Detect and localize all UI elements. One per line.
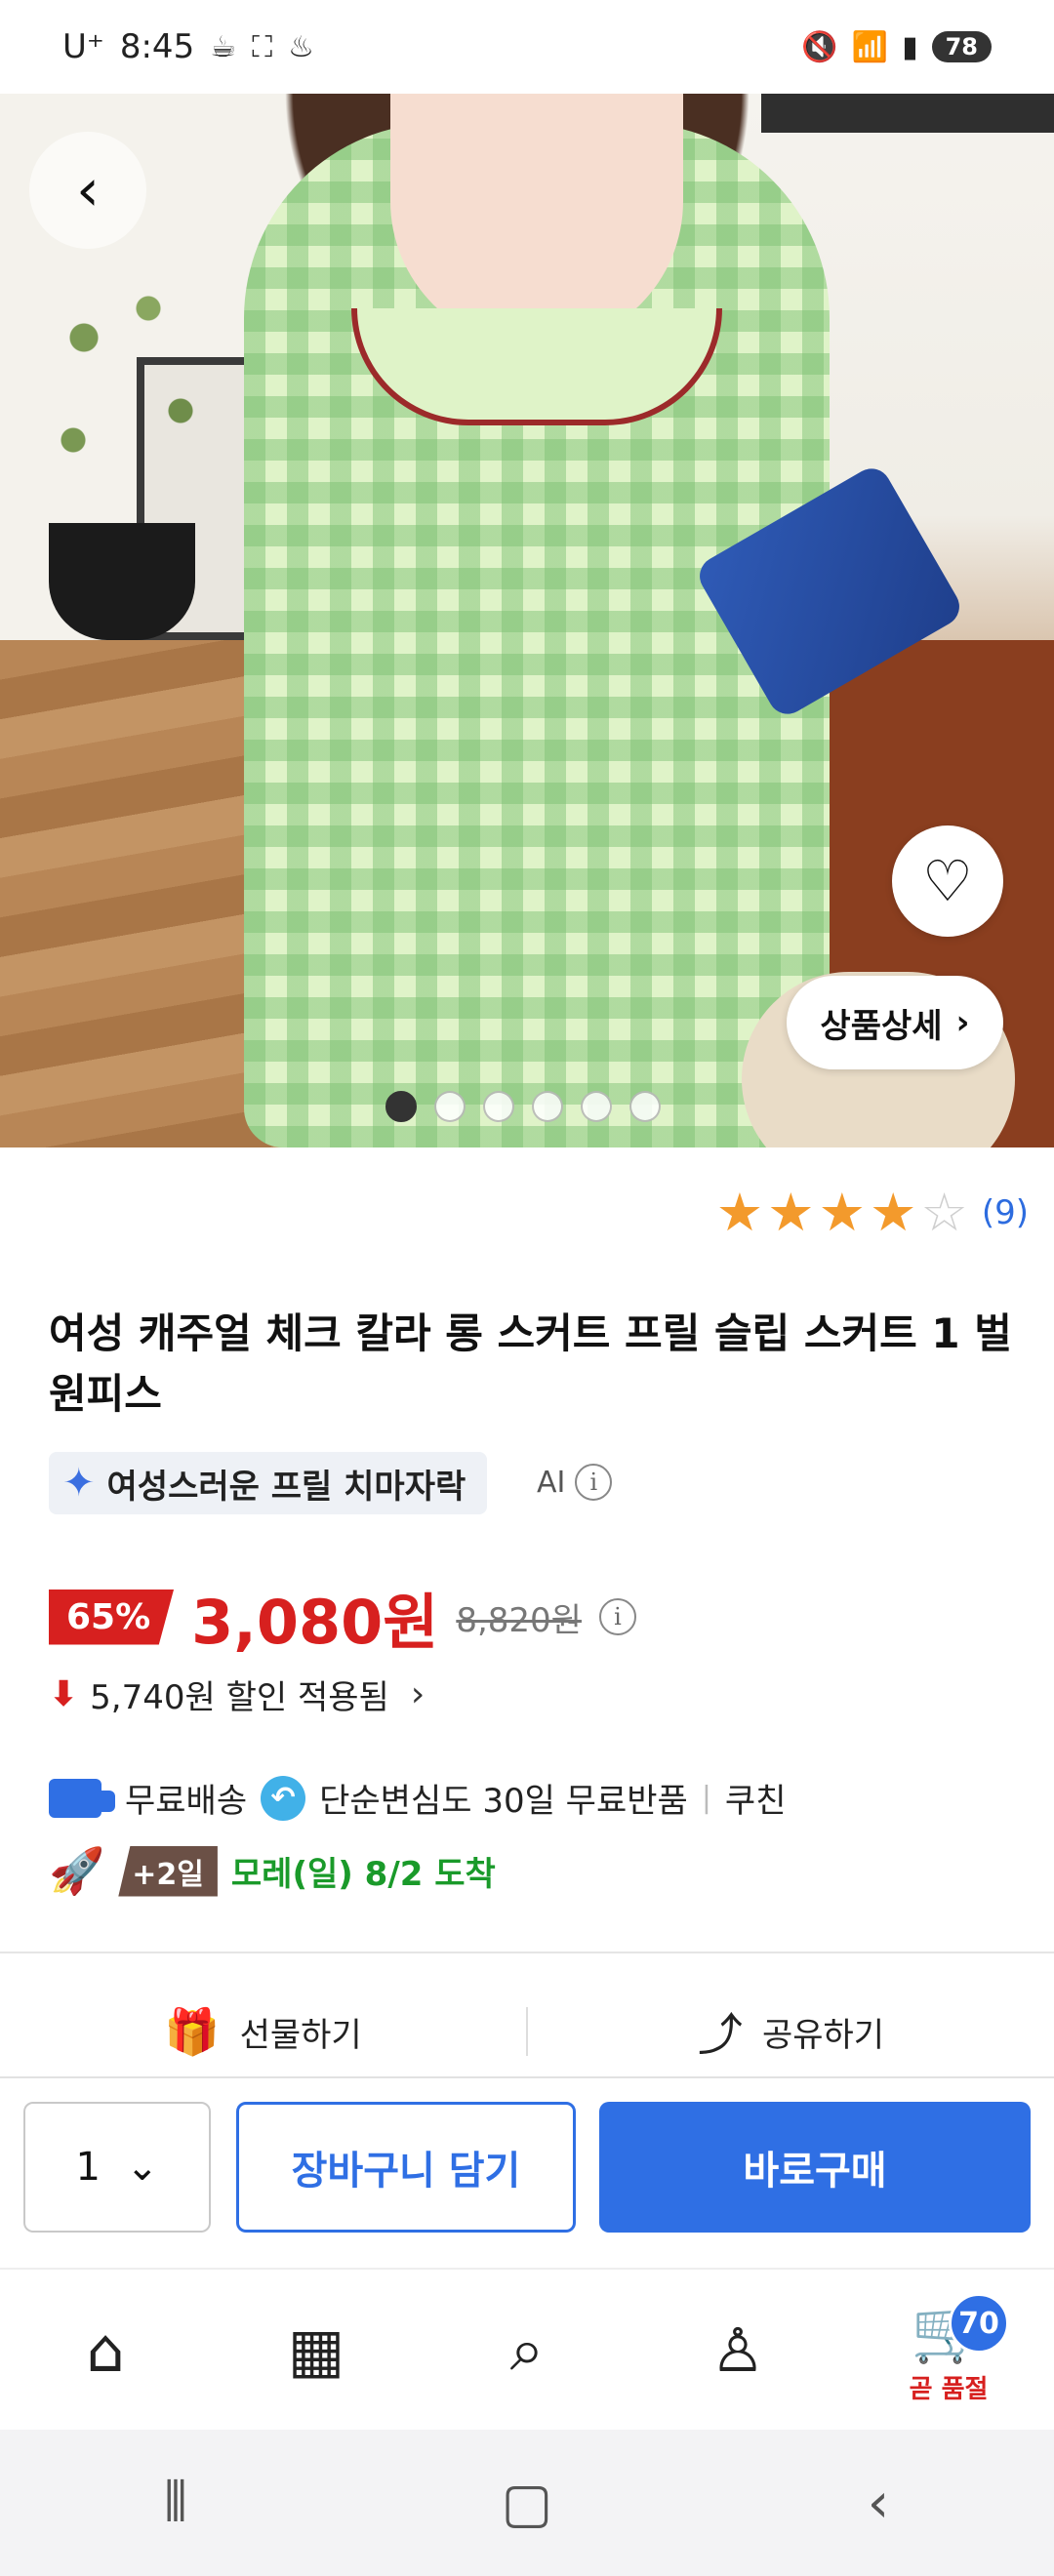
share-label: 공유하기 [761,2015,885,2055]
cart-status-label: 곧 품절 [909,2374,989,2404]
clock: 8:45 [119,27,195,66]
product-title: 여성 캐주얼 체크 칼라 롱 스커트 프릴 슬립 스커트 1 벌 원피스 [49,1309,1012,1418]
add-to-cart-button[interactable]: 장바구니 담기 [236,2102,576,2233]
product-detail-button[interactable]: 상품상세 › [787,976,1003,1069]
extra-days-badge: +2일 [118,1845,218,1897]
chevron-right-icon: › [410,1674,426,1714]
nav-categories[interactable]: ▦ [248,2281,385,2418]
share-icon: ⤴ [697,2008,743,2061]
star-full-icon: ★ [869,1182,917,1243]
home-button-icon[interactable]: ▢ [468,2472,586,2535]
signal-icon: ▮ [902,29,918,64]
free-shipping-label: 무료배송 [125,1782,248,1821]
discount-applied-text: 5,740원 할인 적용됨 [90,1678,389,1717]
carrier-label: U⁺ [62,27,104,66]
info-icon[interactable]: i [598,1598,636,1635]
seller-label[interactable]: 쿠친 [725,1774,787,1822]
ai-label: AI [537,1465,566,1500]
screenshot-icon: ⛶ [252,29,273,64]
shipping-row: 무료배송 ↶ 단순변심도 30일 무료반품 | 쿠친 [49,1774,786,1822]
nav-cart[interactable]: 🛒 70 곧 품절 [880,2281,1017,2418]
recent-apps-icon[interactable]: ⦀ [117,2471,234,2535]
original-price: 8,820원 [456,1600,582,1640]
status-left: U⁺ 8:45 ☕ ⛶ ♨ [62,27,314,66]
gift-share-row: 🎁 선물하기 ⤴ 공유하기 [0,1983,1054,2080]
system-navigation-bar: ⦀ ▢ ‹ [0,2430,1054,2576]
carousel-dot[interactable] [581,1091,612,1122]
share-button[interactable]: ⤴ 공유하기 [528,1999,1054,2064]
nav-home[interactable]: ⌂ [37,2281,174,2418]
heart-icon: ♡ [922,848,973,914]
discount-applied-row[interactable]: ⬇ 5,740원 할인 적용됨 › [49,1670,425,1718]
purchase-bar: 1 ⌄ 장바구니 담기 바로구매 [0,2076,1054,2268]
star-empty-icon: ☆ [920,1182,968,1243]
sparkle-icon: ✦ [62,1461,96,1506]
noodle-bowl-icon: ♨ [288,29,315,64]
photo-frame [761,94,1054,133]
gift-label: 선물하기 [239,2015,362,2055]
arrival-row: 🚀 +2일 모레(일) 8/2 도착 [49,1844,496,1898]
cart-count-badge: 70 [949,2293,1009,2354]
gift-button[interactable]: 🎁 선물하기 [0,2005,526,2059]
status-right: 🔇 📶 ▮ 78 [801,30,992,64]
nav-search[interactable]: ⌕ [459,2281,595,2418]
coffee-cup-icon: ☕ [210,29,237,64]
photo-pot [49,523,195,640]
grid-icon: ▦ [287,2314,345,2386]
info-icon[interactable]: i [575,1464,613,1501]
product-rating[interactable]: ★ ★ ★ ★ ☆ (9) [716,1187,1029,1239]
battery-indicator: 78 [931,31,992,62]
nav-my-account[interactable]: ♙ [669,2281,806,2418]
carousel-dot[interactable] [434,1091,466,1122]
carousel-dot[interactable] [483,1091,514,1122]
user-icon: ♙ [710,2314,765,2386]
wifi-icon: 📶 [851,29,889,64]
divider [0,1952,1054,1953]
review-count[interactable]: (9) [982,1193,1029,1232]
carousel-dot[interactable] [385,1091,417,1122]
gift-icon: 🎁 [164,2004,221,2058]
mute-icon: 🔇 [801,29,838,64]
truck-icon [49,1778,115,1818]
arrow-down-icon: ⬇ [49,1674,79,1714]
ai-tag-text: 여성스러운 프릴 치마자락 [106,1467,466,1507]
star-full-icon: ★ [818,1182,866,1243]
photo-plant [20,250,234,543]
arrival-date: 모레(일) 8/2 도착 [230,1855,496,1894]
rocket-icon: 🚀 [49,1844,105,1897]
chevron-left-icon: ‹ [76,156,100,224]
chevron-down-icon: ⌄ [125,2145,159,2190]
chevron-right-icon: › [955,1003,970,1042]
carousel-dot[interactable] [629,1091,661,1122]
ai-label-group: AI i [537,1464,613,1501]
star-full-icon: ★ [715,1182,764,1243]
quantity-value: 1 [75,2145,101,2190]
ai-feature-tag: ✦ 여성스러운 프릴 치마자락 [49,1452,488,1514]
separator: | [701,1781,711,1815]
star-full-icon: ★ [767,1182,815,1243]
carousel-dot[interactable] [532,1091,563,1122]
price-row: 65% 3,080원 8,820원 i [49,1573,636,1661]
detail-label: 상품상세 [820,1006,943,1046]
return-icon: ↶ [261,1775,306,1821]
sale-price: 3,080원 [191,1587,439,1658]
quantity-select[interactable]: 1 ⌄ [23,2102,211,2233]
back-button[interactable]: ‹ [29,132,146,249]
status-bar: U⁺ 8:45 ☕ ⛶ ♨ 🔇 📶 ▮ 78 [0,0,1054,94]
wishlist-button[interactable]: ♡ [892,825,1003,937]
bottom-navigation: ⌂ ▦ ⌕ ♙ 🛒 70 곧 품절 [0,2268,1054,2430]
search-icon: ⌕ [509,2314,545,2385]
home-icon: ⌂ [86,2314,125,2386]
buy-now-button[interactable]: 바로구매 [599,2102,1031,2233]
photo-collar [351,308,722,425]
back-nav-icon[interactable]: ‹ [820,2472,937,2535]
carousel-indicator [385,1091,661,1122]
free-return-label: 단순변심도 30일 무료반품 [319,1782,688,1821]
discount-badge: 65% [49,1589,175,1645]
